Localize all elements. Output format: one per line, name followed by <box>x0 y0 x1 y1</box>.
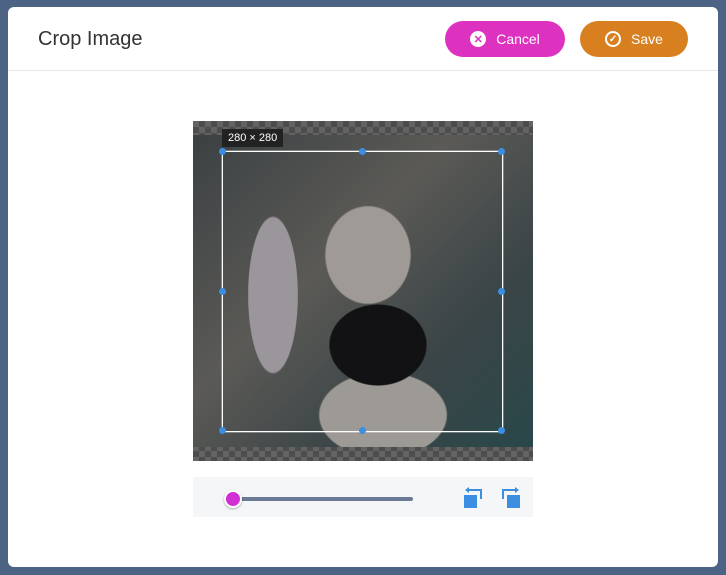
resize-handle[interactable] <box>358 148 366 155</box>
crop-toolbar <box>193 477 533 517</box>
rotate-right-icon[interactable] <box>499 485 523 509</box>
resize-handle[interactable] <box>219 427 226 434</box>
resize-handle[interactable] <box>358 427 366 434</box>
modal-title: Crop Image <box>38 28 143 50</box>
save-label: Save <box>631 31 663 47</box>
cancel-label: Cancel <box>496 31 540 47</box>
rotate-left-icon[interactable] <box>461 485 485 509</box>
x-circle-icon: ✕ <box>470 31 487 47</box>
crop-size-label: 280 × 280 <box>222 129 284 147</box>
resize-handle[interactable] <box>498 427 505 434</box>
check-circle-icon: ✓ <box>605 31 622 47</box>
resize-handle[interactable] <box>219 287 226 295</box>
crop-image-modal: Crop Image ✕ Cancel ✓ Save 280 × 280 <box>8 7 718 567</box>
save-button[interactable]: ✓ Save <box>580 21 688 57</box>
crop-box[interactable] <box>219 148 505 434</box>
resize-handle[interactable] <box>498 287 505 295</box>
crop-canvas[interactable]: 280 × 280 <box>193 121 533 461</box>
zoom-slider-thumb[interactable] <box>224 490 242 508</box>
cancel-button[interactable]: ✕ Cancel <box>445 21 565 57</box>
resize-handle[interactable] <box>498 148 505 155</box>
modal-header: Crop Image ✕ Cancel ✓ Save <box>8 7 718 71</box>
resize-handle[interactable] <box>219 148 226 155</box>
zoom-slider-track[interactable] <box>225 497 413 501</box>
